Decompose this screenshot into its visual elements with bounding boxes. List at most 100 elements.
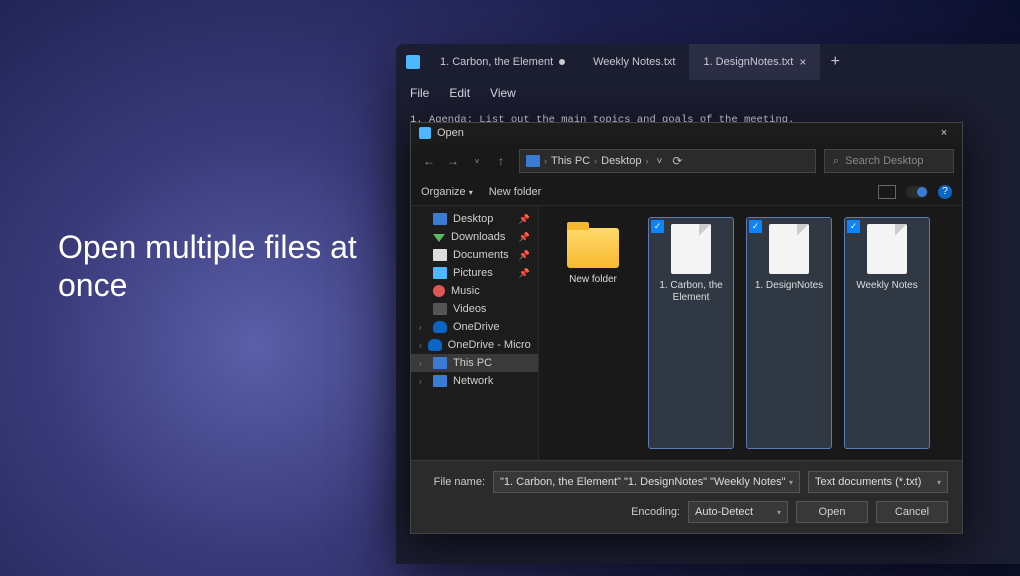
tab-label: Weekly Notes.txt <box>593 56 675 68</box>
tree-item-onedrive[interactable]: › OneDrive <box>411 318 538 336</box>
file-item[interactable]: New folder <box>551 218 635 448</box>
chevron-down-icon: ▾ <box>789 478 793 487</box>
tree-item-label: OneDrive <box>453 321 499 333</box>
file-grid[interactable]: New folder ✓ 1. Carbon, the Element ✓ 1. Des… <box>539 206 962 460</box>
filetype-select[interactable]: Text documents (*.txt) ▾ <box>808 471 948 493</box>
chevron-down-icon: ▾ <box>937 478 941 487</box>
search-icon: ⌕ <box>833 155 839 168</box>
tree-item-label: Pictures <box>453 267 493 279</box>
chevron-right-icon: › <box>645 156 648 166</box>
new-tab-button[interactable]: + <box>820 53 850 71</box>
tree-item-pictures[interactable]: Pictures 📌 <box>411 264 538 282</box>
nav-up-icon[interactable]: ↑ <box>491 154 511 168</box>
menubar: File Edit View <box>396 80 1020 106</box>
tree-item-downloads[interactable]: Downloads📌 <box>411 228 538 246</box>
tree-item-documents[interactable]: Documents 📌 <box>411 246 538 264</box>
search-input[interactable]: ⌕ Search Desktop <box>824 149 954 173</box>
tab-designnotes[interactable]: 1. DesignNotes.txt × <box>689 44 820 80</box>
view-mode-button[interactable] <box>878 185 896 199</box>
open-button[interactable]: Open <box>796 501 868 523</box>
nav-forward-icon[interactable]: → <box>443 154 463 168</box>
tree-item-label: This PC <box>453 357 492 369</box>
tree-item-videos[interactable]: Videos <box>411 300 538 318</box>
filename-input[interactable]: "1. Carbon, the Element" "1. DesignNotes… <box>493 471 800 493</box>
file-item[interactable]: ✓Weekly Notes <box>845 218 929 448</box>
pc-icon <box>526 155 540 167</box>
titlebar: 1. Carbon, the Element Weekly Notes.txt … <box>396 44 1020 80</box>
crumb-desktop[interactable]: Desktop <box>601 155 641 167</box>
file-item[interactable]: ✓ 1. Carbon, the Element <box>649 218 733 448</box>
tab-weekly[interactable]: Weekly Notes.txt <box>579 44 689 80</box>
check-icon: ✓ <box>749 220 762 233</box>
open-dialog: Open × ← → ˅ ↑ › This PC › Desktop › ˅ ⟳… <box>410 122 963 534</box>
close-icon[interactable]: × <box>799 55 806 69</box>
menu-view[interactable]: View <box>490 86 516 100</box>
file-label: 1. DesignNotes <box>749 280 829 292</box>
pin-icon: 📌 <box>519 214 530 225</box>
tree-item-label: Documents <box>453 249 509 261</box>
doc-icon <box>433 249 447 261</box>
document-icon <box>867 224 907 274</box>
dialog-navbar: ← → ˅ ↑ › This PC › Desktop › ˅ ⟳ ⌕ Sear… <box>411 143 962 179</box>
pin-icon: 📌 <box>519 268 530 279</box>
tree-item-onedrive-micro[interactable]: ›OneDrive - Micro <box>411 336 538 354</box>
breadcrumb[interactable]: › This PC › Desktop › ˅ ⟳ <box>519 149 816 173</box>
hero-text: Open multiple files at once <box>58 228 358 305</box>
tree-item-label: Music <box>451 285 480 297</box>
cloud-icon <box>433 321 447 333</box>
tree-item-this-pc[interactable]: › This PC <box>411 354 538 372</box>
pin-icon: 📌 <box>519 250 530 261</box>
chevron-down-icon: ▾ <box>777 508 781 517</box>
tab-carbon[interactable]: 1. Carbon, the Element <box>426 44 579 80</box>
chevron-down-icon[interactable]: ˅ <box>656 156 662 167</box>
folder-icon <box>567 228 619 268</box>
music-icon <box>433 285 445 297</box>
chevron-right-icon: › <box>594 156 597 166</box>
tree-item-label: Downloads <box>451 231 505 243</box>
check-icon: ✓ <box>651 220 664 233</box>
preview-toggle[interactable] <box>906 186 928 198</box>
window-controls: — <box>1010 55 1020 69</box>
expand-icon: › <box>419 359 427 368</box>
expand-icon: › <box>419 323 427 332</box>
check-icon: ✓ <box>847 220 860 233</box>
file-label: New folder <box>553 274 633 286</box>
menu-file[interactable]: File <box>410 86 429 100</box>
encoding-select[interactable]: Auto-Detect ▾ <box>688 501 788 523</box>
expand-icon: › <box>419 341 422 350</box>
tab-strip: 1. Carbon, the Element Weekly Notes.txt … <box>426 44 1010 80</box>
search-placeholder: Search Desktop <box>845 155 923 167</box>
encoding-label: Encoding: <box>631 506 680 518</box>
dialog-toolbar: Organize ▾ New folder ? <box>411 179 962 206</box>
nav-history-icon[interactable]: ˅ <box>467 157 487 166</box>
video-icon <box>433 303 447 315</box>
chevron-right-icon: › <box>544 156 547 166</box>
organize-menu[interactable]: Organize ▾ <box>421 186 473 198</box>
tree-item-network[interactable]: › Network <box>411 372 538 390</box>
dialog-close-button[interactable]: × <box>934 127 954 139</box>
chevron-down-icon: ▾ <box>469 188 473 197</box>
tree-item-music[interactable]: Music <box>411 282 538 300</box>
expand-icon: › <box>419 377 427 386</box>
tab-label: 1. Carbon, the Element <box>440 56 553 68</box>
tree-item-label: Network <box>453 375 493 387</box>
nav-back-icon[interactable]: ← <box>419 154 439 168</box>
file-label: 1. Carbon, the Element <box>651 280 731 304</box>
help-icon[interactable]: ? <box>938 185 952 199</box>
file-item[interactable]: ✓ 1. DesignNotes <box>747 218 831 448</box>
pic-icon <box>433 267 447 279</box>
refresh-icon[interactable]: ⟳ <box>672 154 682 168</box>
document-icon <box>671 224 711 274</box>
folder-tree: Desktop📌Downloads📌Documents📌Pictures📌Mus… <box>411 206 539 460</box>
dialog-footer: File name: "1. Carbon, the Element" "1. … <box>411 460 962 533</box>
crumb-this-pc[interactable]: This PC <box>551 155 590 167</box>
new-folder-button[interactable]: New folder <box>489 186 542 198</box>
tab-label: 1. DesignNotes.txt <box>703 56 793 68</box>
cancel-button[interactable]: Cancel <box>876 501 948 523</box>
tree-item-desktop[interactable]: Desktop📌 <box>411 210 538 228</box>
app-logo-icon <box>406 55 420 69</box>
menu-edit[interactable]: Edit <box>449 86 470 100</box>
pc-icon <box>433 357 447 369</box>
dialog-app-icon <box>419 127 431 139</box>
download-icon <box>433 234 445 242</box>
